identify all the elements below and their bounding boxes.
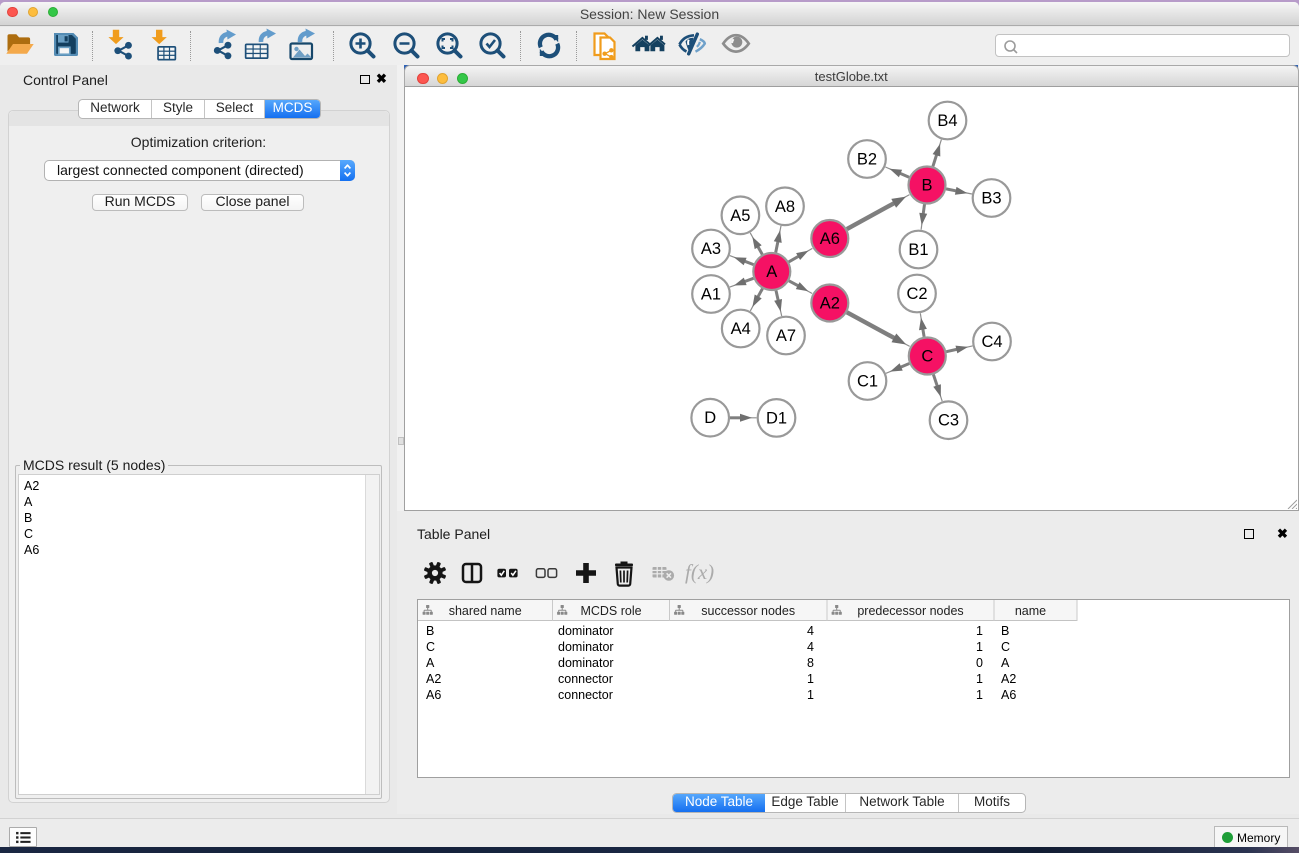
svg-text:D1: D1 (766, 409, 787, 427)
svg-text:C4: C4 (981, 333, 1002, 351)
svg-text:A5: A5 (730, 207, 750, 225)
svg-text:A6: A6 (820, 230, 840, 248)
svg-text:A: A (766, 263, 777, 281)
svg-text:C: C (921, 348, 933, 366)
svg-text:name: name (1015, 604, 1046, 618)
svg-text:predecessor nodes: predecessor nodes (857, 604, 963, 618)
svg-text:D: D (704, 409, 716, 427)
svg-text:A4: A4 (731, 320, 751, 338)
svg-text:shared name: shared name (449, 604, 522, 618)
svg-text:C1: C1 (857, 373, 878, 391)
svg-text:B: B (921, 177, 932, 195)
svg-text:B2: B2 (857, 151, 877, 169)
svg-text:A7: A7 (776, 327, 796, 345)
svg-text:B4: B4 (937, 112, 957, 130)
svg-text:A3: A3 (701, 240, 721, 258)
svg-text:A8: A8 (775, 198, 795, 216)
svg-text:B1: B1 (908, 241, 928, 259)
svg-text:A2: A2 (820, 295, 840, 313)
svg-text:MCDS role: MCDS role (580, 604, 641, 618)
svg-text:B3: B3 (981, 190, 1001, 208)
svg-text:C2: C2 (906, 285, 927, 303)
svg-text:C3: C3 (938, 412, 959, 430)
svg-text:successor nodes: successor nodes (701, 604, 795, 618)
svg-text:A1: A1 (701, 286, 721, 304)
